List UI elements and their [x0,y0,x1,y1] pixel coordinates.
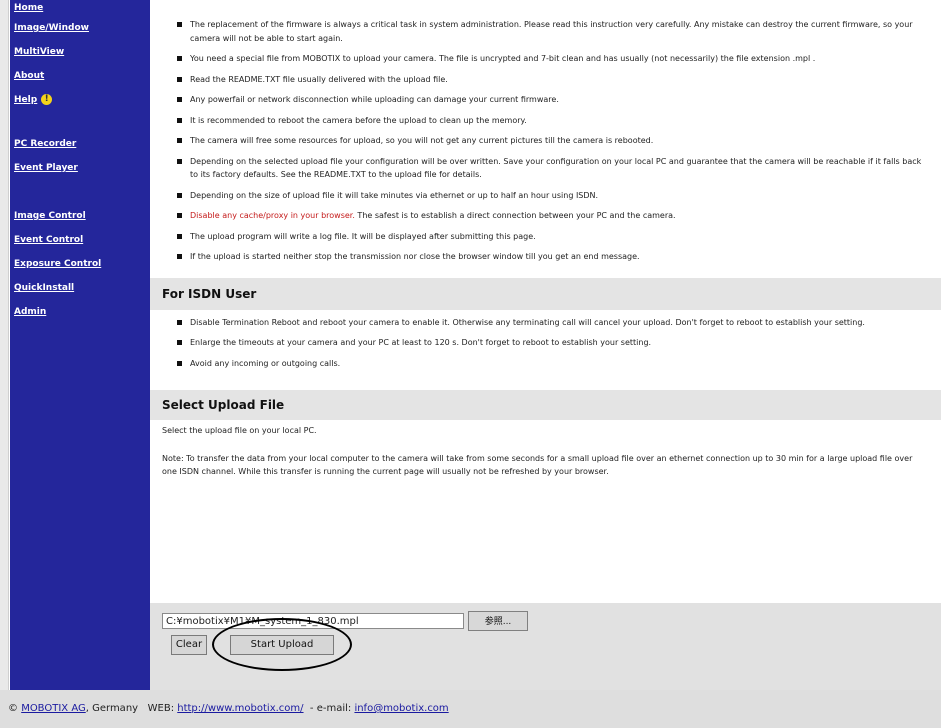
sidebar-group-main: Home Image/Window MultiView About Help! [10,2,150,112]
list-item: Enlarge the timeouts at your camera and … [150,336,941,350]
instruction-list: The replacement of the firmware is alway… [150,0,941,264]
list-item: You need a special file from MOBOTIX to … [150,52,941,66]
upload-section-title: Select Upload File [150,390,941,420]
sidebar-item-help-row: Help! [10,88,150,112]
page-footer: © MOBOTIX AG, Germany WEB: http://www.mo… [0,690,941,728]
list-item: If the upload is started neither stop th… [150,250,941,264]
sidebar-group-recorder: PC Recorder Event Player [10,132,150,180]
list-item: Depending on the selected upload file yo… [150,155,941,182]
window-left-edge [0,0,9,700]
footer-company-link[interactable]: MOBOTIX AG [21,703,86,714]
upload-note: Note: To transfer the data from your loc… [162,453,913,477]
list-item: It is recommended to reboot the camera b… [150,114,941,128]
sidebar-item-image-window[interactable]: Image/Window [10,16,150,40]
upload-intro: Select the upload file on your local PC. [162,426,317,435]
list-item: The camera will free some resources for … [150,134,941,148]
browse-button[interactable]: 参照... [468,611,528,631]
sidebar-item-event-player[interactable]: Event Player [10,156,150,180]
sidebar-item-pc-recorder[interactable]: PC Recorder [10,132,150,156]
footer-web-label: WEB: [147,703,175,714]
list-item: Disable Termination Reboot and reboot yo… [150,316,941,330]
list-item: Depending on the size of upload file it … [150,189,941,203]
upload-form: C:¥mobotix¥M1¥M_system_1_830.mpl 参照... C… [150,603,941,690]
sidebar-item-exposure-control[interactable]: Exposure Control [10,252,150,276]
help-info-icon[interactable]: ! [41,94,53,105]
highlight-circle [212,618,352,671]
list-item: Read the README.TXT file usually deliver… [150,73,941,87]
copyright-symbol: © [8,703,22,714]
sidebar-group-control: Image Control Event Control Exposure Con… [10,204,150,324]
main-content: The replacement of the firmware is alway… [150,0,941,690]
isdn-section-title: For ISDN User [150,277,941,310]
list-item: Disable any cache/proxy in your browser.… [150,209,941,223]
sidebar-item-quickinstall[interactable]: QuickInstall [10,276,150,300]
clear-button[interactable]: Clear [171,635,207,655]
sidebar-item-event-control[interactable]: Event Control [10,228,150,252]
footer-email-label: e-mail: [316,703,352,714]
sidebar-item-help[interactable]: Help [14,95,37,105]
sidebar-item-image-control[interactable]: Image Control [10,204,150,228]
footer-country: , Germany [85,703,139,714]
sidebar-item-about[interactable]: About [10,64,150,88]
sidebar-item-admin[interactable]: Admin [10,300,150,324]
list-item: Any powerfail or network disconnection w… [150,93,941,107]
list-item: The replacement of the firmware is alway… [150,18,941,45]
sidebar-nav: Home Image/Window MultiView About Help! … [10,0,150,690]
isdn-list: Disable Termination Reboot and reboot yo… [150,310,941,371]
footer-web-link[interactable]: http://www.mobotix.com/ [177,703,303,714]
footer-email-link[interactable]: info@mobotix.com [354,703,448,714]
cache-warning: Disable any cache/proxy in your browser. [190,211,355,220]
sidebar-item-multiview[interactable]: MultiView [10,40,150,64]
list-item: The upload program will write a log file… [150,230,941,244]
list-item: Avoid any incoming or outgoing calls. [150,357,941,371]
sidebar-item-home[interactable]: Home [10,2,150,16]
